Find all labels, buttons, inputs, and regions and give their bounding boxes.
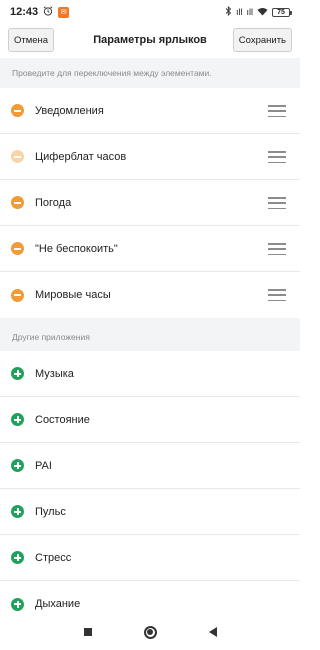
drag-handle-icon[interactable] xyxy=(268,105,286,117)
plus-circle-icon[interactable] xyxy=(11,597,24,611)
alarm-icon xyxy=(43,5,53,19)
plus-circle-icon[interactable] xyxy=(11,551,24,564)
signal-icon: ıll xyxy=(236,7,243,17)
plus-circle-icon[interactable] xyxy=(11,459,24,472)
list-item-label: "Не беспокоить" xyxy=(35,242,118,255)
wifi-icon xyxy=(257,7,268,18)
drag-handle-icon[interactable] xyxy=(268,197,286,209)
status-time: 12:43 xyxy=(10,6,39,18)
list-item-label: Уведомления xyxy=(35,104,104,117)
list-item: Мировые часы xyxy=(0,272,300,318)
list-item: Погода xyxy=(0,180,300,226)
recents-icon[interactable] xyxy=(83,628,92,636)
list-item: Стресс xyxy=(0,535,300,581)
section-header-other-apps: Другие приложения xyxy=(0,318,300,351)
drag-handle-icon[interactable] xyxy=(268,289,286,301)
drag-handle-icon[interactable] xyxy=(268,151,286,163)
list-item: Циферблат часов xyxy=(0,134,300,180)
back-icon[interactable] xyxy=(208,627,217,637)
drag-handle-icon[interactable] xyxy=(268,243,286,255)
other-apps-list: Музыка Состояние PAI Пульс Стресс Дыхани… xyxy=(0,351,300,627)
list-item-label: Состояние xyxy=(35,413,90,426)
list-item: Уведомления xyxy=(0,88,300,134)
minus-circle-icon[interactable] xyxy=(11,104,24,117)
plus-circle-icon[interactable] xyxy=(11,505,24,518)
cancel-button[interactable]: Отмена xyxy=(8,28,55,52)
list-item-label: Мировые часы xyxy=(35,289,111,301)
header: Отмена Параметры ярлыков Сохранить xyxy=(0,24,300,56)
system-nav-bar xyxy=(0,614,300,650)
signal-icon-2: ıll xyxy=(246,7,254,17)
save-button[interactable]: Сохранить xyxy=(232,28,292,52)
list-item: Пульс xyxy=(0,489,300,535)
list-item: PAI xyxy=(0,443,300,489)
plus-circle-icon[interactable] xyxy=(11,413,24,426)
list-item-label: Дыхание xyxy=(35,598,81,610)
list-item-label: Погода xyxy=(35,196,72,209)
battery-icon: 75 xyxy=(272,7,292,17)
notification-app-icon: ✉ xyxy=(58,6,70,18)
list-item: "Не беспокоить" xyxy=(0,226,300,272)
list-item-label: Циферблат часов xyxy=(35,150,127,163)
hint-text: Проведите для переключения между элемент… xyxy=(0,58,300,88)
list-item: Состояние xyxy=(0,397,300,443)
bluetooth-icon xyxy=(225,5,232,18)
status-bar: 12:43 ✉ ıll ıll 75 xyxy=(0,0,300,24)
list-item-label: Музыка xyxy=(35,367,74,380)
minus-circle-icon[interactable] xyxy=(11,242,24,255)
list-item-label: Пульс xyxy=(35,505,66,518)
minus-circle-icon[interactable] xyxy=(11,196,24,209)
minus-circle-icon[interactable] xyxy=(11,150,24,163)
home-icon[interactable] xyxy=(143,625,157,639)
plus-circle-icon[interactable] xyxy=(11,367,24,380)
list-item-label: Стресс xyxy=(35,551,72,564)
minus-circle-icon[interactable] xyxy=(11,288,24,302)
list-item-label: PAI xyxy=(35,459,52,472)
page-title: Параметры ярлыков xyxy=(93,34,207,46)
list-item: Музыка xyxy=(0,351,300,397)
active-shortcuts-list: Уведомления Циферблат часов Погода "Не б… xyxy=(0,88,300,318)
